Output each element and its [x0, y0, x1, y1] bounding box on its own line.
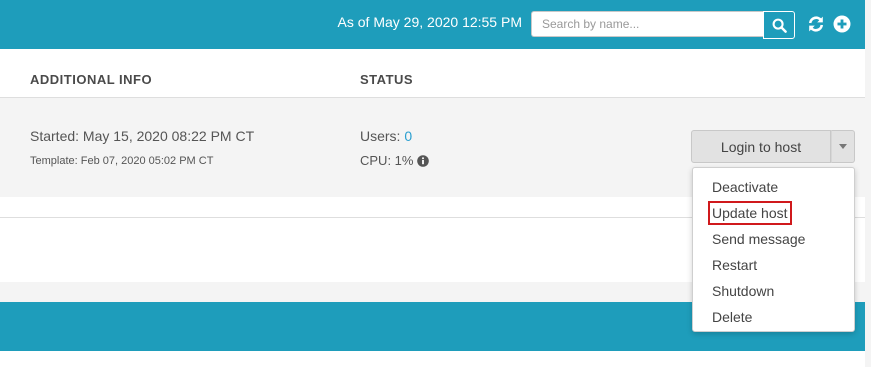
started-info: Started: May 15, 2020 08:22 PM CT — [30, 128, 255, 144]
search-button[interactable] — [763, 11, 795, 39]
menu-item-label: Send message — [712, 231, 806, 247]
menu-item-send-message[interactable]: Send message — [693, 226, 854, 252]
users-count-link[interactable]: 0 — [404, 128, 412, 144]
template-info: Template: Feb 07, 2020 05:02 PM CT — [30, 155, 214, 167]
cpu-status: CPU: 1% — [360, 153, 430, 168]
actions-dropdown-toggle[interactable] — [831, 130, 855, 163]
scrollbar-track[interactable] — [865, 0, 871, 367]
menu-item-update-host[interactable]: Update host — [693, 200, 854, 226]
menu-item-label: Deactivate — [712, 179, 779, 195]
menu-item-label: Update host — [708, 201, 792, 225]
menu-item-delete[interactable]: Delete — [693, 304, 854, 330]
refresh-icon[interactable] — [807, 15, 825, 33]
as-of-timestamp: As of May 29, 2020 12:55 PM — [337, 14, 522, 30]
login-to-host-button[interactable]: Login to host — [691, 130, 831, 163]
menu-item-label: Delete — [712, 309, 753, 325]
add-icon[interactable] — [833, 15, 851, 33]
menu-item-shutdown[interactable]: Shutdown — [693, 278, 854, 304]
actions-menu: Deactivate Update host Send message Rest… — [692, 167, 855, 332]
search-icon — [772, 18, 787, 33]
users-status: Users: 0 — [360, 128, 412, 144]
users-label: Users: — [360, 128, 405, 144]
menu-item-restart[interactable]: Restart — [693, 252, 854, 278]
menu-item-deactivate[interactable]: Deactivate — [693, 174, 854, 200]
column-header-additional-info: ADDITIONAL INFO — [30, 72, 153, 87]
menu-item-label: Restart — [712, 257, 758, 273]
menu-item-label: Shutdown — [712, 283, 775, 299]
top-bar: As of May 29, 2020 12:55 PM — [0, 0, 865, 49]
search-input[interactable] — [531, 11, 763, 37]
cpu-label: CPU: 1% — [360, 153, 414, 168]
column-header-status: STATUS — [360, 72, 414, 87]
info-icon[interactable] — [417, 154, 430, 167]
caret-down-icon — [839, 144, 847, 149]
